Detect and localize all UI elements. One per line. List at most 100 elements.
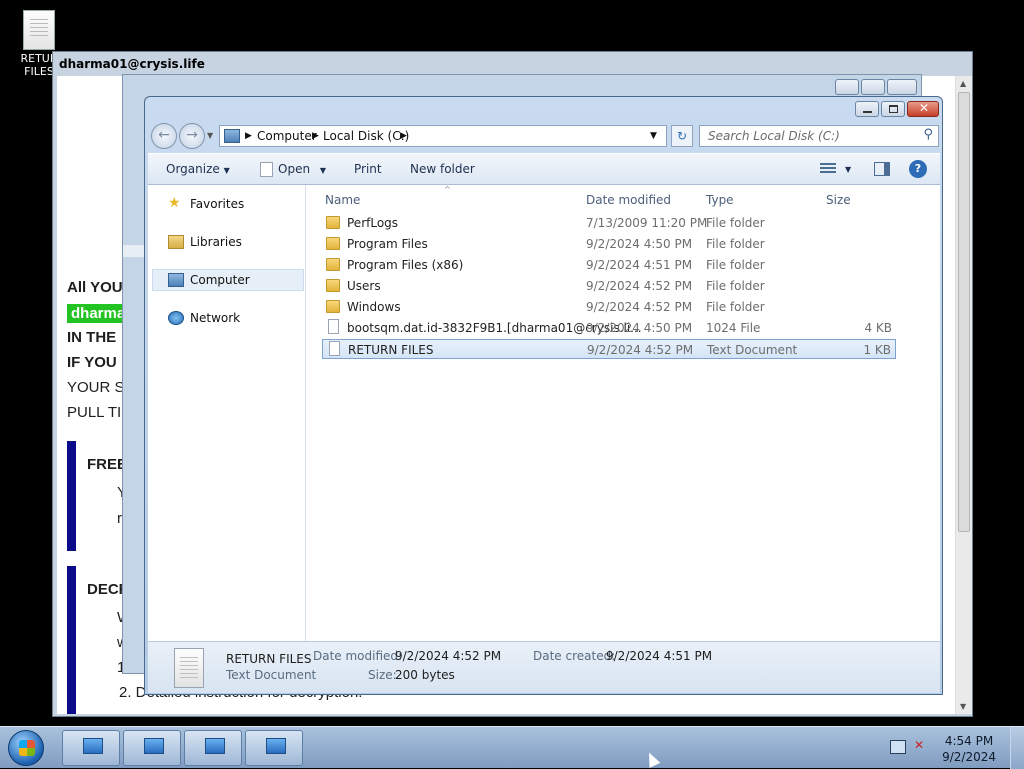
breadcrumb-chevron-icon[interactable]: ▶ [245,131,252,141]
details-date-created-label: Date created: [533,649,616,663]
minimize-button[interactable] [855,101,879,117]
file-date: 9/2/2024 4:50 PM [586,237,693,251]
column-header-type[interactable]: Type [706,193,734,207]
file-name: PerfLogs [347,216,399,230]
details-size-label: Size: [368,668,397,682]
organize-button[interactable]: Organize ▼ [166,162,230,176]
file-name: Program Files [347,237,428,251]
maximize-button[interactable] [881,101,905,117]
back-button[interactable]: ← [151,123,177,149]
address-bar[interactable]: ▶ Computer ▶ Local Disk (C:) ▶ ▼ [219,125,667,147]
details-file-name: RETURN FILES [226,652,312,666]
breadcrumb-computer[interactable]: Computer [257,129,317,143]
taskbar-item-1[interactable] [62,730,120,766]
column-header-size[interactable]: Size [826,193,851,207]
note-line-3: IN THE [67,329,117,346]
note-free-heading: FREE [87,456,128,473]
search-input[interactable]: Search Local Disk (C:) ⚲ [699,125,939,147]
clock-time: 4:54 PM [944,734,994,748]
explorer-window[interactable]: ✕ ← → ▼ ▶ Computer ▶ Local Disk (C:) ▶ ▼… [144,96,943,695]
file-size: 1 KB [863,343,891,357]
view-options-icon[interactable] [820,163,836,175]
show-desktop-button[interactable] [1010,727,1024,769]
bg-close-button[interactable] [887,79,917,95]
file-name: Users [347,279,381,293]
computer-icon [205,738,225,754]
back-arrow-icon: ← [158,127,170,143]
view-dropdown-icon[interactable]: ▼ [845,165,851,174]
note-scroll-thumb[interactable] [958,92,970,532]
computer-icon [144,738,164,754]
file-date: 9/2/2024 4:51 PM [586,258,693,272]
star-icon: ★ [168,195,181,211]
file-name: RETURN FILES [348,343,434,357]
breadcrumb-chevron-icon[interactable]: ▶ [312,131,319,141]
computer-icon [224,129,240,143]
start-button[interactable] [8,730,44,766]
bg-minimize-button[interactable] [835,79,859,95]
file-type: 1024 File [706,321,761,335]
file-name: Program Files (x86) [347,258,464,272]
note-scrollbar[interactable]: ▲ ▼ [955,76,972,714]
file-row[interactable]: PerfLogs 7/13/2009 11:20 PM File folder [322,213,896,233]
taskbar-item-3[interactable] [184,730,242,766]
computer-icon [83,738,103,754]
details-file-type: Text Document [226,668,317,682]
chevron-down-icon: ▼ [223,166,230,175]
library-icon [168,235,184,249]
taskbar-item-4[interactable] [245,730,303,766]
forward-button[interactable]: → [179,123,205,149]
search-placeholder: Search Local Disk (C:) [708,129,840,143]
column-header-name[interactable]: Name [325,193,360,207]
volume-muted-icon[interactable]: ✕ [914,738,930,752]
file-date: 9/2/2024 4:50 PM [586,321,693,335]
breadcrumb-chevron-icon[interactable]: ▶ [400,131,407,141]
network-status-icon[interactable] [890,740,906,754]
file-row[interactable]: Windows 9/2/2024 4:52 PM File folder [322,297,896,317]
file-date: 9/2/2024 4:52 PM [587,343,694,357]
folder-icon [326,279,340,292]
details-date-modified: 9/2/2024 4:52 PM [395,649,502,663]
chevron-down-icon: ▼ [319,166,327,175]
refresh-button[interactable]: ↻ [671,125,693,147]
search-icon[interactable]: ⚲ [923,127,933,142]
navigation-bar: ← → ▼ ▶ Computer ▶ Local Disk (C:) ▶ ▼ ↻… [149,123,939,149]
taskbar-item-2[interactable] [123,730,181,766]
help-icon[interactable]: ? [909,160,927,178]
details-date-modified-label: Date modified: [313,649,403,663]
file-date: 9/2/2024 4:52 PM [586,300,693,314]
clock[interactable]: 4:54 PM 9/2/2024 [942,733,996,765]
column-header-date[interactable]: Date modified [586,193,671,207]
recent-pages-dropdown[interactable]: ▼ [207,131,213,140]
folder-icon [326,216,340,229]
close-button[interactable]: ✕ [907,101,939,117]
details-pane: RETURN FILES Text Document Date modified… [148,641,940,693]
file-type: File folder [706,258,765,272]
file-size: 4 KB [864,321,892,335]
file-row[interactable]: Program Files (x86) 9/2/2024 4:51 PM File … [322,255,896,275]
file-row[interactable]: RETURN FILES 9/2/2024 4:52 PM Text Documen… [322,339,896,359]
navigation-pane: ★ Favorites Libraries Computer Network [148,185,306,641]
file-row[interactable]: bootsqm.dat.id-3832F9B1.[dharma01@crysis… [322,318,896,338]
bg-maximize-button[interactable] [861,79,885,95]
details-size: 200 bytes [395,668,455,682]
taskbar: ✕ 4:54 PM 9/2/2024 [0,726,1024,769]
new-folder-button[interactable]: New folder [410,162,475,176]
note-window-title: dharma01@crysis.life [59,57,205,71]
file-row[interactable]: Program Files 9/2/2024 4:50 PM File folder [322,234,896,254]
scroll-up-arrow-icon[interactable]: ▲ [960,79,966,88]
details-date-created: 9/2/2024 4:51 PM [606,649,713,663]
folder-icon [326,300,340,313]
breadcrumb-local-disk[interactable]: Local Disk (C:) [323,129,409,143]
scroll-down-arrow-icon[interactable]: ▼ [960,702,966,711]
address-dropdown-icon[interactable]: ▼ [650,131,657,141]
print-button[interactable]: Print [354,162,382,176]
preview-pane-icon[interactable] [874,162,890,176]
windows-logo-icon [19,740,35,756]
open-icon [260,162,273,177]
minimize-icon [863,111,872,113]
sort-ascending-icon: ^ [444,185,451,194]
clock-date: 9/2/2024 [942,750,996,764]
file-row[interactable]: Users 9/2/2024 4:52 PM File folder [322,276,896,296]
open-button[interactable]: Open ▼ [278,162,326,176]
